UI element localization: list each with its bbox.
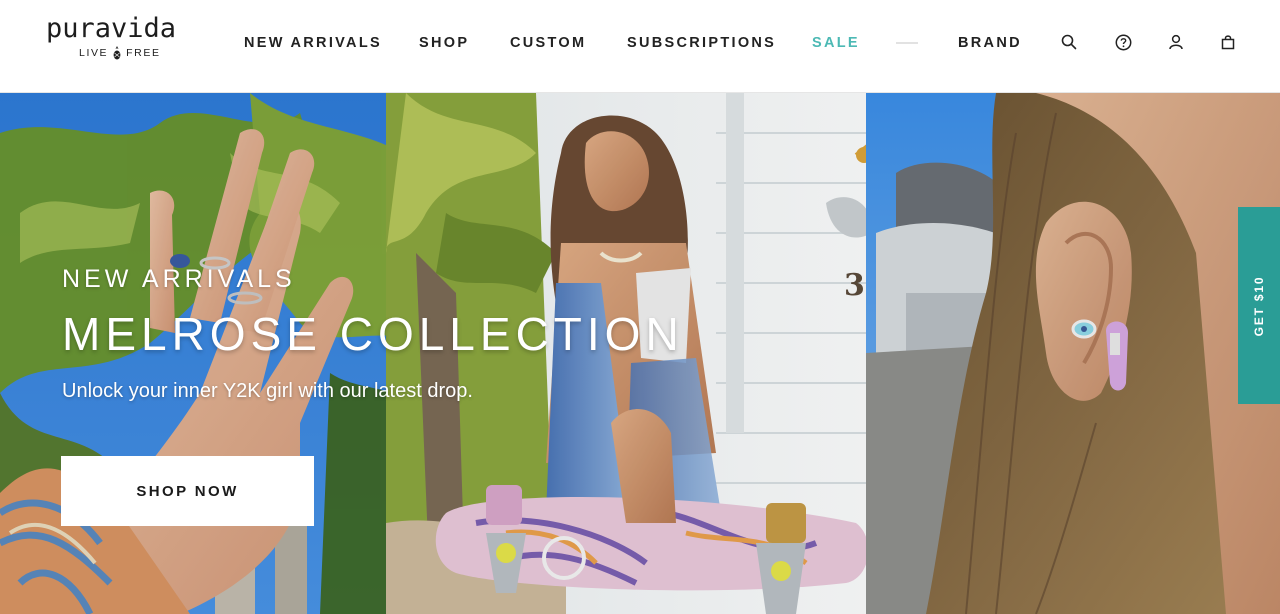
- account-icon[interactable]: [1166, 32, 1186, 52]
- hero-subline: Unlock your inner Y2K girl with our late…: [62, 380, 473, 402]
- tagline-live: LIVE: [79, 47, 109, 59]
- help-icon[interactable]: [1113, 32, 1133, 52]
- search-icon[interactable]: [1059, 32, 1079, 52]
- get-10-promo-tab[interactable]: GET $10: [1238, 207, 1280, 404]
- hero-banner: 301: [0, 93, 1280, 614]
- hero-eyebrow: NEW ARRIVALS: [62, 265, 296, 293]
- nav-custom[interactable]: CUSTOM: [510, 33, 586, 53]
- nav-new-arrivals[interactable]: NEW ARRIVALS: [244, 33, 382, 53]
- cart-icon[interactable]: [1218, 32, 1238, 52]
- nav-subscriptions[interactable]: SUBSCRIPTIONS: [627, 33, 776, 53]
- nav-brand[interactable]: BRAND: [958, 33, 1022, 53]
- hero-headline: MELROSE COLLECTION: [62, 308, 684, 360]
- nav-placeholder: [896, 42, 918, 44]
- nav-sale[interactable]: SALE: [812, 33, 860, 53]
- tagline-free: FREE: [126, 47, 161, 59]
- nav-shop[interactable]: SHOP: [419, 33, 469, 53]
- promo-tab-label: GET $10: [1252, 275, 1266, 336]
- site-header: puravida LIVE FREE NEW ARRIVALS SHOP CUS…: [0, 0, 1280, 93]
- shop-now-button[interactable]: SHOP NOW: [61, 456, 314, 526]
- brand-wordmark: puravida: [46, 13, 177, 44]
- hero-image-earrings: [866, 93, 1280, 614]
- brand-logo[interactable]: puravida LIVE FREE: [46, 14, 196, 66]
- pineapple-icon: [113, 46, 121, 60]
- brand-tagline: LIVE FREE: [79, 46, 161, 60]
